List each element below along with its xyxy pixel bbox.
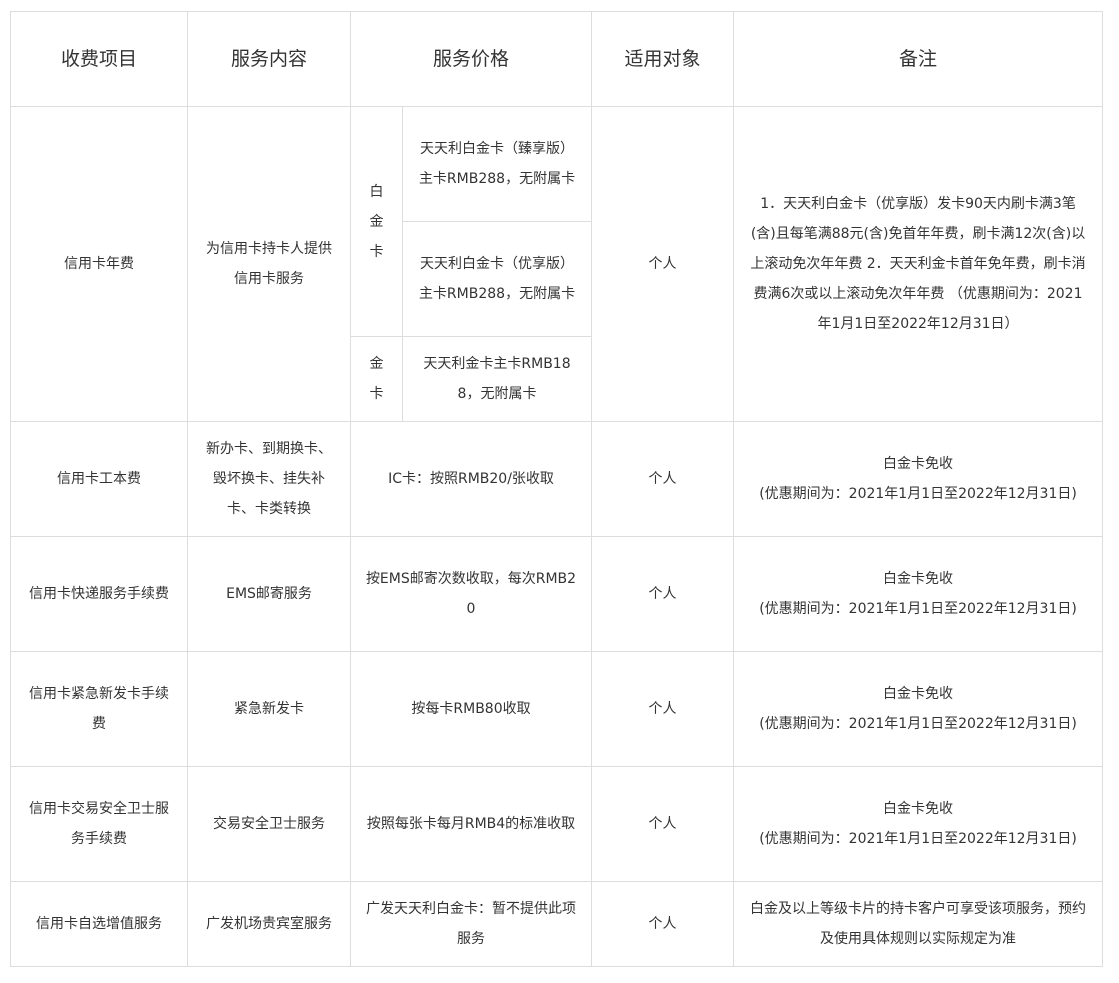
- header-notes: 备注: [733, 11, 1104, 107]
- fee-item-cell: 信用卡紧急新发卡手续费: [10, 651, 188, 767]
- notes-cell: 白金及以上等级卡片的持卡客户可享受该项服务，预约及使用具体规则以实际规定为准: [733, 881, 1104, 967]
- fee-item-cell: 信用卡自选增值服务: [10, 881, 188, 967]
- notes-cell: 白金卡免收 (优惠期间为：2021年1月1日至2022年12月31日): [733, 766, 1104, 882]
- target-cell: 个人: [591, 106, 735, 422]
- header-row: 收费项目 服务内容 服务价格 适用对象 备注: [10, 11, 1104, 107]
- table-row: 信用卡年费 为信用卡持卡人提供信用卡服务 白金卡 天天利白金卡（臻享版）主卡RM…: [10, 106, 1104, 422]
- target-cell: 个人: [591, 766, 735, 882]
- fee-item-cell: 信用卡年费: [10, 106, 188, 422]
- service-content-cell: 为信用卡持卡人提供信用卡服务: [187, 106, 351, 422]
- table-row: 信用卡交易安全卫士服务手续费 交易安全卫士服务 按照每张卡每月RMB4的标准收取…: [10, 766, 1104, 882]
- service-price-cell: 按EMS邮寄次数收取，每次RMB20: [349, 536, 593, 652]
- note-line: 白金卡免收: [883, 456, 954, 472]
- header-service-content: 服务内容: [187, 11, 351, 107]
- service-price-cell: 按每卡RMB80收取: [349, 651, 593, 767]
- note-line: 白金卡免收: [883, 801, 954, 817]
- gold-card-label: 金卡: [350, 336, 403, 422]
- service-price-cell: 按照每张卡每月RMB4的标准收取: [349, 766, 593, 882]
- notes-cell: 白金卡免收 (优惠期间为：2021年1月1日至2022年12月31日): [733, 421, 1104, 537]
- note-line: (优惠期间为：2021年1月1日至2022年12月31日): [759, 716, 1077, 732]
- header-service-price: 服务价格: [349, 11, 593, 107]
- table-row: 信用卡工本费 新办卡、到期换卡、毁坏换卡、挂失补卡、卡类转换 IC卡：按照RMB…: [10, 421, 1104, 537]
- fee-item-cell: 信用卡快递服务手续费: [10, 536, 188, 652]
- table-row: 信用卡快递服务手续费 EMS邮寄服务 按EMS邮寄次数收取，每次RMB20 个人…: [10, 536, 1104, 652]
- service-content-cell: 广发机场贵宾室服务: [187, 881, 351, 967]
- service-price-cell: IC卡：按照RMB20/张收取: [349, 421, 593, 537]
- header-target: 适用对象: [591, 11, 735, 107]
- target-cell: 个人: [591, 881, 735, 967]
- header-fee-item: 收费项目: [10, 11, 188, 107]
- fee-item-cell: 信用卡交易安全卫士服务手续费: [10, 766, 188, 882]
- note-line: 白金及以上等级卡片的持卡客户可享受该项服务，预约及使用具体规则以实际规定为准: [750, 901, 1087, 947]
- note-line: (优惠期间为：2021年1月1日至2022年12月31日): [759, 831, 1077, 847]
- service-content-cell: EMS邮寄服务: [187, 536, 351, 652]
- note-line: 白金卡免收: [883, 686, 954, 702]
- service-price-cell: 广发天天利白金卡：暂不提供此项服务: [349, 881, 593, 967]
- notes-cell: 1．天天利白金卡（优享版）发卡90天内刷卡满3笔(含)且每笔满88元(含)免首年…: [733, 106, 1104, 422]
- notes-cell: 白金卡免收 (优惠期间为：2021年1月1日至2022年12月31日): [733, 536, 1104, 652]
- note-line: (优惠期间为：2021年1月1日至2022年12月31日): [759, 486, 1077, 502]
- notes-cell: 白金卡免收 (优惠期间为：2021年1月1日至2022年12月31日): [733, 651, 1104, 767]
- note-line: (优惠期间为：2021年1月1日至2022年12月31日): [759, 601, 1077, 617]
- price-platinum-premium: 天天利白金卡（臻享版）主卡RMB288，无附属卡: [401, 106, 593, 222]
- price-platinum-preferred: 天天利白金卡（优享版）主卡RMB288，无附属卡: [401, 221, 593, 337]
- platinum-card-label: 白金卡: [350, 106, 403, 337]
- target-cell: 个人: [591, 421, 735, 537]
- fee-item-cell: 信用卡工本费: [10, 421, 188, 537]
- target-cell: 个人: [591, 536, 735, 652]
- note-line: 白金卡免收: [883, 571, 954, 587]
- service-content-cell: 交易安全卫士服务: [187, 766, 351, 882]
- service-content-cell: 紧急新发卡: [187, 651, 351, 767]
- price-gold: 天天利金卡主卡RMB188，无附属卡: [401, 336, 593, 422]
- table-row: 信用卡紧急新发卡手续费 紧急新发卡 按每卡RMB80收取 个人 白金卡免收 (优…: [10, 651, 1104, 767]
- service-content-cell: 新办卡、到期换卡、毁坏换卡、挂失补卡、卡类转换: [187, 421, 351, 537]
- target-cell: 个人: [591, 651, 735, 767]
- table-row: 信用卡自选增值服务 广发机场贵宾室服务 广发天天利白金卡：暂不提供此项服务 个人…: [10, 881, 1104, 967]
- fee-table: 收费项目 服务内容 服务价格 适用对象 备注 信用卡年费 为信用卡持卡人提供信用…: [10, 11, 1104, 967]
